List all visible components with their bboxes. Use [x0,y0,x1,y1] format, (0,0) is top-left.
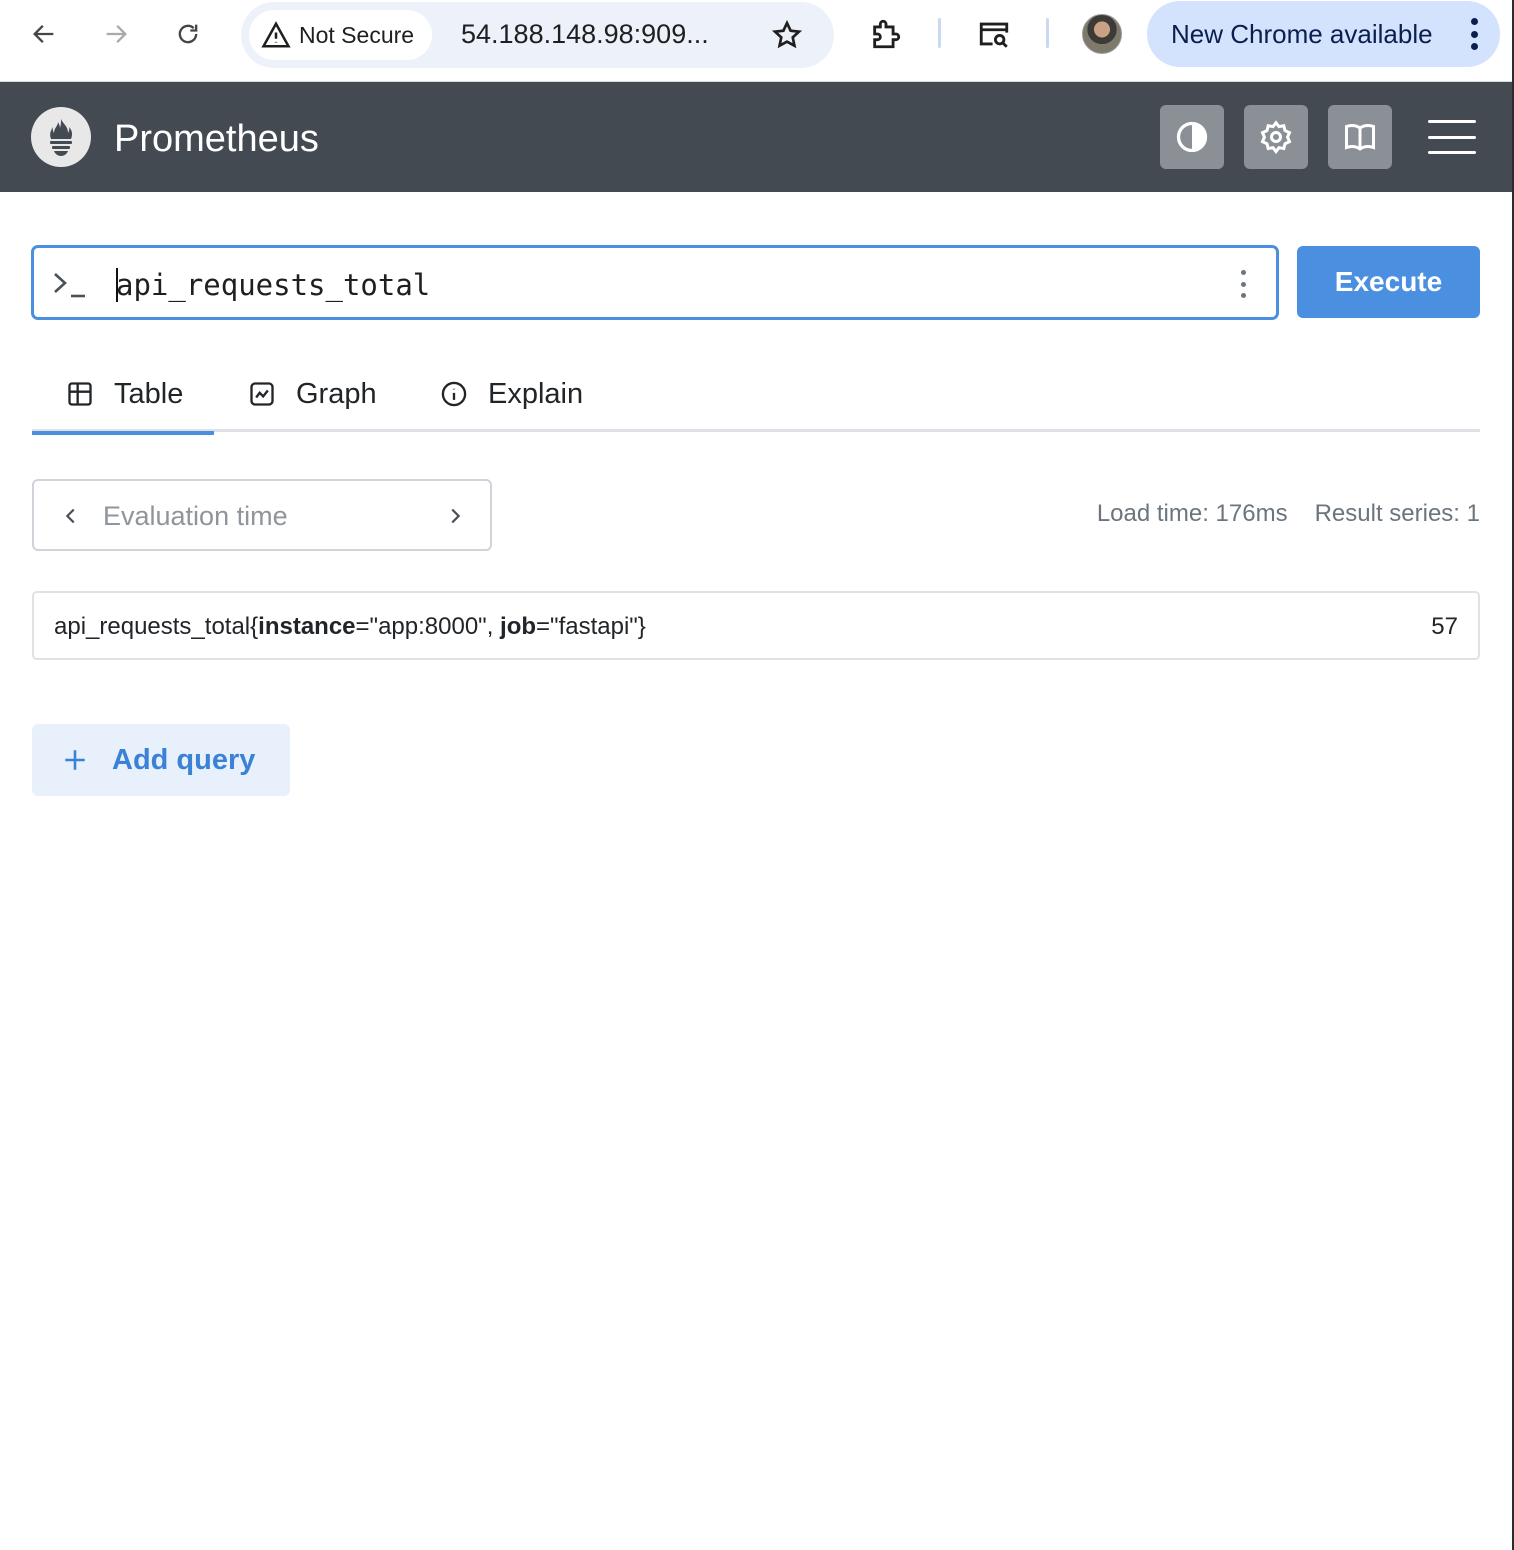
query-editor[interactable]: api_requests_total [31,245,1279,320]
toolbar-separator [1046,18,1049,48]
tab-graph[interactable]: Graph [248,356,377,432]
settings-button[interactable] [1244,105,1308,169]
text-caret [116,268,118,302]
label-name: job [500,613,537,640]
series-label: api_requests_total{instance="app:8000", … [54,613,646,640]
query-expression[interactable]: api_requests_total [116,268,430,302]
terminal-prompt-icon [54,273,85,298]
tab-table[interactable]: Table [32,356,214,435]
label-value: "fastapi" [550,613,638,640]
metric-name: api_requests_total [54,613,251,640]
puzzle-icon [873,19,901,49]
prometheus-logo[interactable] [31,107,91,167]
execute-button[interactable]: Execute [1297,246,1480,318]
security-chip[interactable]: Not Secure [249,10,433,60]
label-value: "app:8000" [369,613,487,640]
theme-toggle-icon [1176,121,1208,153]
reload-icon [178,24,198,44]
add-query-button[interactable]: Add query [32,724,290,796]
arrow-right-icon [106,25,127,43]
series-value: 57 [1431,613,1458,640]
chrome-update-button[interactable]: New Chrome available [1147,1,1500,67]
chevron-left-icon [65,508,75,524]
more-vert-icon[interactable] [1470,18,1478,50]
docs-button[interactable] [1328,105,1392,169]
table-icon [68,382,92,406]
toolbar-separator [938,18,941,48]
app-title[interactable]: Prometheus [114,118,319,161]
tab-label: Table [114,377,184,410]
tab-label: Graph [296,377,377,410]
eval-time-prev-button[interactable] [56,501,86,531]
url-text[interactable]: 54.188.148.98:909... [461,19,709,50]
eval-time-placeholder[interactable]: Evaluation time [103,501,288,532]
query-options-icon[interactable] [1240,270,1246,298]
warning-icon [261,21,291,48]
query-stats: Load time: 176ms Result series: 1 [1097,500,1480,528]
docs-book-icon [1345,124,1375,151]
menu-icon[interactable] [1428,120,1476,154]
label-name: instance [258,613,356,640]
star-icon [771,19,803,49]
load-time: Load time: 176ms [1096,500,1288,527]
theme-toggle-button[interactable] [1160,105,1224,169]
extensions-button[interactable] [866,14,906,54]
evaluation-time-picker[interactable]: Evaluation time [32,479,492,551]
update-label: New Chrome available [1171,18,1433,49]
plus-icon [65,750,85,770]
address-bar[interactable]: Not Secure 54.188.148.98:909... [241,2,834,68]
security-label: Not Secure [299,21,415,48]
settings-icon [1260,120,1292,155]
tab-search-icon [979,22,1009,48]
app-header: Prometheus [0,82,1512,192]
prometheus-flame-icon [50,119,73,156]
browser-toolbar: Not Secure 54.188.148.98:909... New Chro… [0,0,1514,82]
bookmark-button[interactable] [767,15,807,55]
forward-button[interactable] [96,14,136,54]
arrow-left-icon [33,25,54,43]
eval-time-next-button[interactable] [440,501,470,531]
back-button[interactable] [24,14,64,54]
add-query-label: Add query [112,743,256,776]
result-series-count: Result series: 1 [1314,500,1480,527]
tab-search-button[interactable] [974,14,1014,54]
tab-explain[interactable]: Explain [440,356,583,432]
table-row: api_requests_total{instance="app:8000", … [32,591,1480,660]
tab-label: Explain [488,377,584,410]
graph-icon [250,382,274,406]
result-tabs: Table Graph Explain [32,356,1480,435]
reload-button[interactable] [168,14,208,54]
profile-avatar[interactable] [1082,14,1122,54]
info-icon [441,381,467,407]
chevron-right-icon [451,508,461,524]
